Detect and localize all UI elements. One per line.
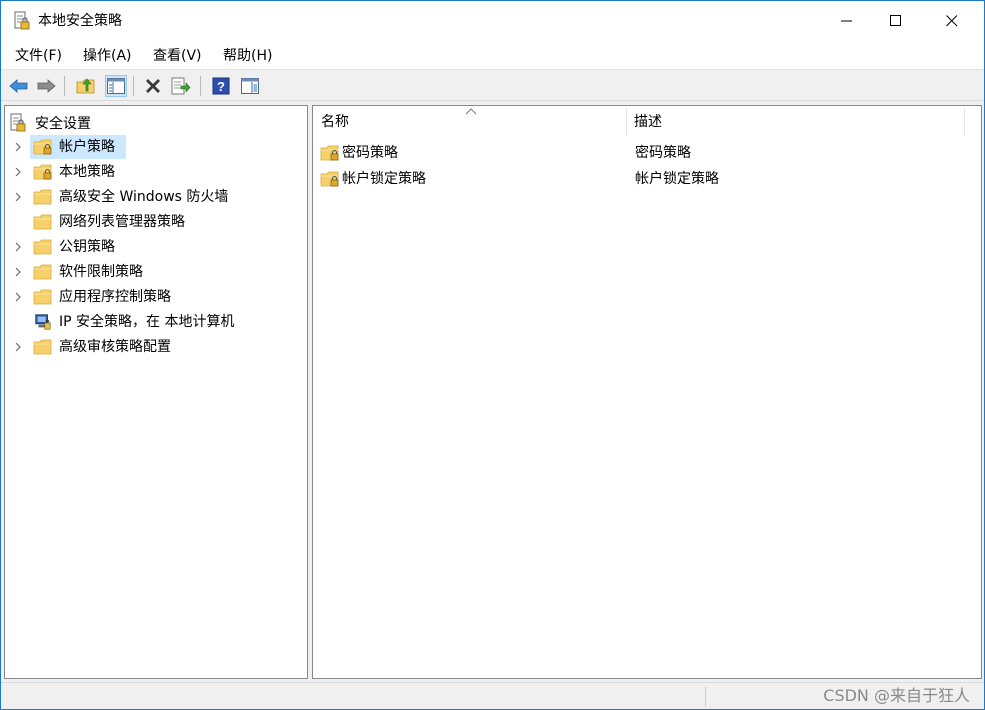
- column-header-description[interactable]: 描述: [626, 106, 964, 138]
- folder-lock-icon: [320, 145, 339, 161]
- up-level-button[interactable]: [75, 75, 97, 97]
- tree-item[interactable]: 高级安全 Windows 防火墙: [5, 185, 305, 209]
- toolbar-separator: [200, 76, 201, 96]
- tree-item-label: 帐户策略: [59, 139, 115, 155]
- tree-item-label: IP 安全策略，在 本地计算机: [59, 314, 235, 330]
- chevron-right-icon[interactable]: [13, 342, 23, 352]
- toolbar: ?: [1, 71, 984, 101]
- minimize-icon: [841, 20, 852, 22]
- tree-item[interactable]: 本地策略: [5, 160, 305, 184]
- chevron-right-icon[interactable]: [13, 167, 23, 177]
- list-item-description: 密码策略: [635, 145, 691, 161]
- folder-icon: [33, 339, 52, 355]
- window-title: 本地安全策略: [38, 13, 122, 29]
- tree-item[interactable]: 应用程序控制策略: [5, 285, 305, 309]
- menu-view[interactable]: 查看(V): [151, 46, 204, 66]
- tree-item-label: 网络列表管理器策略: [59, 214, 185, 230]
- menu-action[interactable]: 操作(A): [81, 46, 134, 66]
- column-header-description-label: 描述: [634, 114, 662, 130]
- tree-item[interactable]: 公钥策略: [5, 235, 305, 259]
- svg-text:?: ?: [217, 79, 225, 94]
- export-list-button[interactable]: [170, 75, 192, 97]
- status-bar-divider: [705, 686, 706, 707]
- back-arrow-icon: [9, 79, 28, 93]
- maximize-button[interactable]: [873, 1, 919, 41]
- local-security-policy-icon: [14, 11, 30, 30]
- tree-item[interactable]: 高级审核策略配置: [5, 335, 305, 359]
- tree-item[interactable]: IP 安全策略，在 本地计算机: [5, 310, 305, 334]
- up-folder-icon: [76, 78, 95, 94]
- minimize-button[interactable]: [824, 1, 870, 41]
- tree-root-security-settings[interactable]: 安全设置: [9, 112, 91, 134]
- action-pane-icon: [241, 78, 259, 94]
- folder-lock-icon: [320, 171, 339, 187]
- tree-item-label: 高级安全 Windows 防火墙: [59, 189, 229, 205]
- help-button[interactable]: ?: [210, 75, 232, 97]
- sort-ascending-icon: [465, 108, 477, 115]
- menu-help[interactable]: 帮助(H): [221, 46, 274, 66]
- folder-lock-icon: [33, 139, 52, 155]
- console-tree-pane[interactable]: 安全设置 帐户策略本地策略高级安全 Windows 防火墙 网络列表管理器策略 公钥…: [4, 105, 308, 679]
- folder-icon: [33, 189, 52, 205]
- chevron-right-icon[interactable]: [13, 242, 23, 252]
- forward-arrow-icon: [37, 79, 56, 93]
- export-list-icon: [171, 77, 191, 95]
- delete-button[interactable]: [142, 75, 164, 97]
- back-button[interactable]: [8, 75, 30, 97]
- security-settings-icon: [10, 113, 26, 132]
- tree-item[interactable]: 帐户策略: [5, 135, 305, 159]
- list-item[interactable]: 帐户锁定策略 帐户锁定策略: [313, 167, 973, 191]
- status-bar: CSDN @来自于狂人: [1, 682, 984, 709]
- show-hide-console-tree-button[interactable]: [105, 75, 127, 97]
- tree-item-label: 本地策略: [59, 164, 115, 180]
- tree-item-label: 高级审核策略配置: [59, 339, 171, 355]
- folder-icon: [33, 214, 52, 230]
- tree-item-label: 软件限制策略: [59, 264, 143, 280]
- toolbar-separator: [64, 76, 65, 96]
- ip-security-policy-icon: [35, 314, 51, 330]
- tree-item-label: 应用程序控制策略: [59, 289, 171, 305]
- watermark-text: CSDN @来自于狂人: [823, 686, 970, 705]
- tree-root-label: 安全设置: [35, 116, 91, 132]
- folder-lock-icon: [33, 164, 52, 180]
- list-item[interactable]: 密码策略 密码策略: [313, 141, 973, 165]
- delete-icon: [146, 79, 160, 93]
- toolbar-separator: [133, 76, 134, 96]
- folder-icon: [33, 264, 52, 280]
- maximize-icon: [890, 15, 901, 26]
- tree-item[interactable]: 网络列表管理器策略: [5, 210, 305, 234]
- folder-icon: [33, 239, 52, 255]
- main-window: 本地安全策略 文件(F) 操作(A) 查看(V) 帮助(H) ? 安全设置 帐户…: [0, 0, 985, 710]
- console-tree-icon: [107, 78, 125, 94]
- folder-icon: [33, 289, 52, 305]
- close-button[interactable]: [929, 1, 975, 41]
- close-icon: [946, 15, 958, 27]
- list-item-name: 帐户锁定策略: [342, 171, 426, 187]
- tree-item-label: 公钥策略: [59, 239, 115, 255]
- chevron-right-icon[interactable]: [13, 142, 23, 152]
- forward-button[interactable]: [35, 75, 57, 97]
- chevron-right-icon[interactable]: [13, 267, 23, 277]
- list-item-description: 帐户锁定策略: [635, 171, 719, 187]
- chevron-right-icon[interactable]: [13, 192, 23, 202]
- tree-item[interactable]: 软件限制策略: [5, 260, 305, 284]
- menu-file[interactable]: 文件(F): [13, 46, 64, 66]
- menu-bar: 文件(F) 操作(A) 查看(V) 帮助(H): [1, 41, 984, 70]
- show-hide-action-pane-button[interactable]: [239, 75, 261, 97]
- help-icon: ?: [212, 77, 230, 95]
- title-bar[interactable]: 本地安全策略: [1, 1, 984, 41]
- details-pane[interactable]: 名称 描述 密码策略 密码策略帐户锁定策略 帐户锁定策略: [312, 105, 982, 679]
- chevron-right-icon[interactable]: [13, 292, 23, 302]
- column-divider[interactable]: [964, 108, 965, 136]
- column-header-name-label: 名称: [321, 114, 349, 130]
- list-item-name: 密码策略: [342, 145, 398, 161]
